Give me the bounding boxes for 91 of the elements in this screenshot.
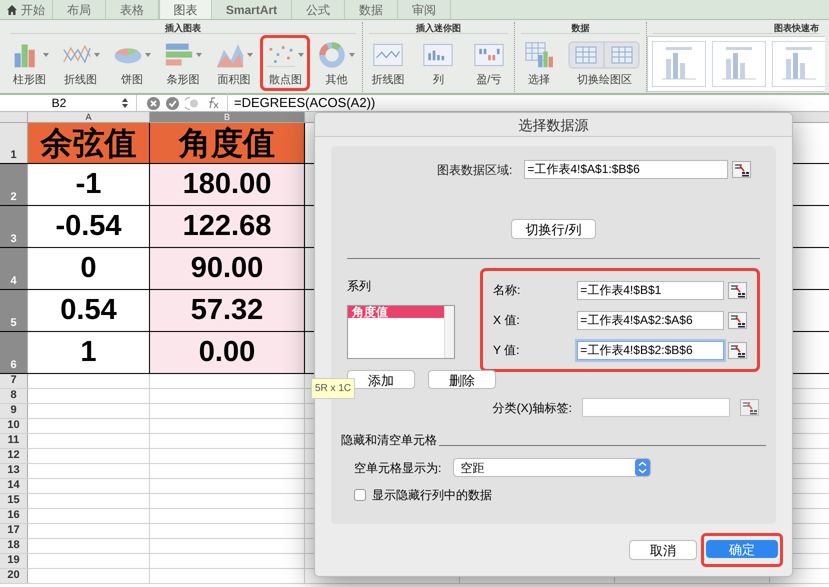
dropdown-caret-icon (247, 52, 254, 56)
category-axis-field[interactable] (582, 398, 730, 417)
ok-button[interactable]: 确定 (706, 540, 778, 558)
row-header[interactable]: 7 (0, 374, 28, 388)
dropdown-caret-icon (42, 52, 49, 56)
table-cell[interactable]: 57.32 (150, 290, 305, 331)
series-item[interactable]: 角度值 (348, 306, 444, 318)
delete-series-button[interactable]: 删除 (428, 370, 496, 389)
layout-thumbnail-icon (712, 41, 766, 87)
series-formula-field[interactable]: =工作表4!$A$2:$A$6 (577, 310, 724, 330)
range-picker-icon (728, 312, 747, 328)
row-header[interactable]: 15 (0, 494, 28, 508)
select-data-icon (524, 40, 554, 68)
row-header[interactable]: 12 (0, 449, 28, 463)
field-label: 分类(X)轴标签: (492, 400, 572, 416)
field-label: 图表数据区域: (437, 162, 512, 178)
empty-cells-dropdown[interactable]: 空距 (453, 458, 652, 477)
name-box[interactable]: B2 (0, 94, 118, 112)
row-header[interactable]: 17 (0, 524, 28, 538)
dropdown-caret-icon (94, 52, 100, 56)
row-header[interactable]: 18 (0, 539, 28, 553)
donut-chart-icon (317, 40, 348, 68)
series-formula-field[interactable]: =工作表4!$B$1 (577, 280, 724, 300)
chart-type-button[interactable]: 面积图 (209, 35, 260, 91)
chart-type-button[interactable]: 切换绘图区 (563, 35, 646, 91)
switch-plot-icon (568, 40, 640, 68)
dropdown-caret-icon (144, 52, 151, 56)
chart-type-button[interactable]: 条形图 (158, 35, 208, 91)
field-label: 名称: (493, 282, 522, 299)
ribbon-tab[interactable]: 数据 (345, 0, 398, 19)
ribbon-tab[interactable]: SmartArt (212, 0, 292, 19)
table-cell[interactable]: 角度值 (150, 123, 305, 163)
switch-row-column-button[interactable]: 切换行/列 (511, 219, 596, 239)
group-title: 数据 (521, 22, 640, 34)
group-title: 插入图表 (10, 22, 356, 34)
group-title: 插入迷你图 (369, 22, 508, 34)
layout-thumbnail-icon (652, 41, 706, 87)
row-header[interactable]: 13 (0, 464, 28, 478)
dropdown-caret-icon (196, 52, 202, 56)
dropdown-caret-icon (349, 52, 356, 56)
chart-type-button[interactable]: 选择 (516, 35, 562, 91)
chart-type-button[interactable]: 其他 (311, 35, 362, 91)
field-label: X 值: (493, 312, 521, 329)
chart-type-button[interactable]: 列 (413, 35, 464, 91)
stepper-icon (122, 98, 128, 108)
table-cell[interactable]: 180.00 (150, 164, 305, 205)
series-label: 系列 (347, 278, 372, 295)
selection-size-tooltip: 5R x 1C (311, 378, 356, 399)
row-header[interactable]: 20 (0, 569, 28, 583)
stepper-arrows-icon (635, 459, 650, 476)
range-picker-icon (740, 399, 759, 416)
range-picker-icon (728, 342, 747, 358)
dropdown-caret-icon (298, 52, 304, 56)
chart-type-button[interactable]: 饼图 (106, 35, 157, 91)
table-cell[interactable]: 122.68 (150, 206, 305, 247)
home-icon (7, 4, 17, 14)
dialog-title: 选择数据源 (315, 113, 792, 137)
group-title: 图表快速布 (653, 22, 819, 34)
range-picker-icon (732, 161, 752, 178)
section-heading: 隐藏和清空单元格 (341, 432, 438, 449)
row-header[interactable]: 1 (0, 123, 28, 163)
series-formula-field[interactable]: =工作表4!$B$2:$B$6 (577, 340, 724, 360)
checkbox-label: 显示隐藏行列中的数据 (372, 487, 492, 504)
ribbon-tab[interactable]: 开始 (0, 0, 53, 19)
row-header[interactable]: 16 (0, 509, 28, 523)
cancel-button[interactable]: 取消 (629, 540, 697, 560)
bar-chart-icon (164, 40, 194, 68)
ribbon-tab[interactable]: 布局 (53, 0, 106, 19)
chart-type-button[interactable]: 折线图 (56, 35, 106, 91)
function-pill-icon (185, 96, 199, 110)
checkbox[interactable] (354, 489, 366, 501)
field-label: Y 值: (493, 342, 520, 359)
chart-type-button[interactable]: 散点图 (260, 35, 310, 91)
chart-type-button[interactable]: 柱形图 (4, 35, 55, 91)
chart-type-button[interactable]: 折线图 (363, 35, 414, 91)
row-header[interactable]: 10 (0, 419, 28, 433)
table-cell[interactable]: 90.00 (150, 248, 305, 289)
row-header[interactable]: 9 (0, 404, 28, 418)
row-header[interactable]: 11 (0, 434, 28, 448)
chart-type-button[interactable]: 盈/亏 (464, 35, 514, 91)
row-header[interactable]: 19 (0, 554, 28, 568)
row-header[interactable]: 14 (0, 479, 28, 493)
ribbon-tab[interactable]: 图表 (159, 0, 212, 19)
row-header[interactable]: 8 (0, 389, 28, 403)
ribbon-tab[interactable]: 公式 (292, 0, 345, 19)
field-label: 空单元格显示为: (354, 460, 442, 476)
data-range-field[interactable]: =工作表4!$A$1:$B$6 (524, 160, 728, 179)
ribbon-tab[interactable]: 审阅 (398, 0, 451, 19)
table-cell[interactable]: 余弦值 (28, 123, 150, 163)
range-picker-icon (728, 282, 747, 298)
table-cell[interactable]: 0.00 (150, 332, 305, 373)
